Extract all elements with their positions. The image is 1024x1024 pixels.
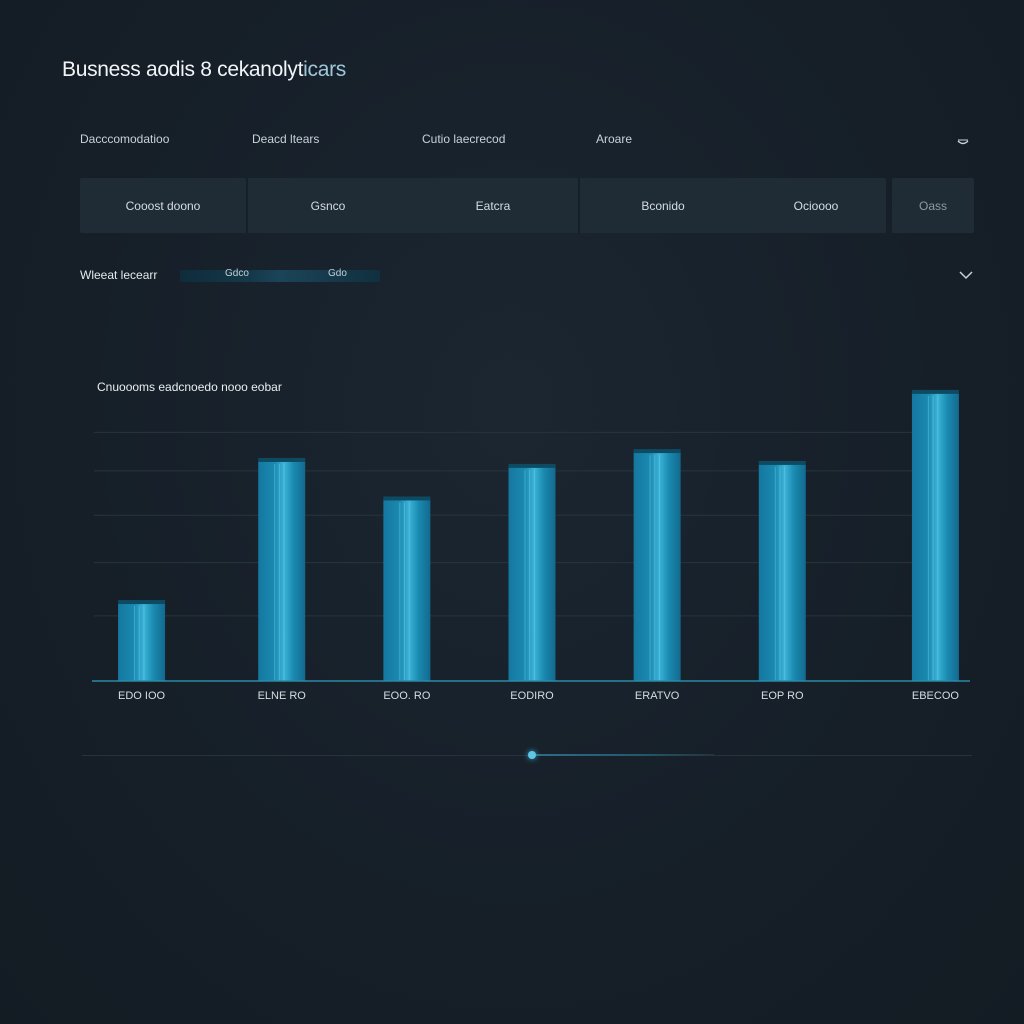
nav-link-4[interactable]: Aroare [596,132,632,146]
nav-link-3[interactable]: Cutio laecrecod [422,132,505,146]
page-title-mid: 8 cekanolyt [200,58,304,81]
timeline-scrubber[interactable] [82,750,972,762]
chart-bar[interactable] [633,453,681,681]
chart-x-tick-label: EODIRO [510,690,554,702]
tab-extra[interactable]: Oass [892,178,974,233]
chart-x-tick-label: EOP RO [761,690,804,702]
nav-link-1[interactable]: Dacccomodatioo [80,132,169,146]
chart-bar[interactable] [383,500,431,681]
chart-bar[interactable] [758,464,806,681]
chart-title: Cnuoooms eadcnoedo nooo eobar [97,380,282,394]
bar-chart: EDO IOO ELNE RO EOO. RO EODIRO ERATVO EOP RO E… [80,370,980,710]
chart-x-tick-label: EBECOO [912,690,960,702]
nav-link-2[interactable]: Deacd ltears [252,132,319,146]
chart-bar[interactable] [258,461,306,681]
chart-bar[interactable] [508,467,556,681]
chart-x-tick-label: ELNE RO [258,690,307,702]
chart-bar[interactable] [118,604,166,681]
tab-1[interactable]: Cooost doono [80,178,246,233]
scrubber-handle[interactable] [528,751,536,759]
tab-4[interactable]: Bconido [580,178,746,233]
chart-x-tick-label: ERATVO [635,690,680,702]
tab-3-label: Eatcra [475,198,511,213]
scrubber-track [82,755,972,756]
chevron-up-icon[interactable] [956,134,970,145]
filter-label: Wleeat lecearr [80,268,158,282]
filter-row: Wleeat lecearr Gdco Gdo [80,268,974,286]
bar-chart-svg: EDO IOO ELNE RO EOO. RO EODIRO ERATVO EOP RO E… [92,389,970,702]
filter-range-bar[interactable] [180,270,380,282]
scrubber-fill [534,754,714,756]
page-title: Busness aodis 8 cekanolyticars [62,58,346,82]
tab-3[interactable]: Eatcra [408,178,578,233]
tab-extra-label: Oass [918,198,947,213]
tab-5[interactable]: Ocioooo [746,178,886,233]
page-title-main: Busness aodis [62,58,201,81]
tab-2[interactable]: Gsnco [248,178,408,233]
tab-2-label: Gsnco [310,198,346,213]
dashboard-page: Busness aodis 8 cekanolyticars Dacccomod… [0,0,1024,1024]
chart-bar[interactable] [911,393,959,681]
filter-chip-2[interactable]: Gdo [328,268,347,279]
top-nav: Dacccomodatioo Deacd ltears Cutio laecre… [80,132,970,152]
filter-chip-1[interactable]: Gdco [225,268,249,279]
chart-x-tick-label: EOO. RO [383,690,431,702]
chevron-down-icon[interactable] [958,268,974,280]
tab-5-label: Ocioooo [793,198,839,213]
chart-x-tick-label: EDO IOO [118,690,166,702]
tab-strip: Cooost doono Gsnco Eatcra Bconido Ociooo… [80,178,886,233]
tab-4-label: Bconido [641,198,685,213]
page-title-accent: icars [303,58,346,81]
tab-1-label: Cooost doono [125,198,201,213]
